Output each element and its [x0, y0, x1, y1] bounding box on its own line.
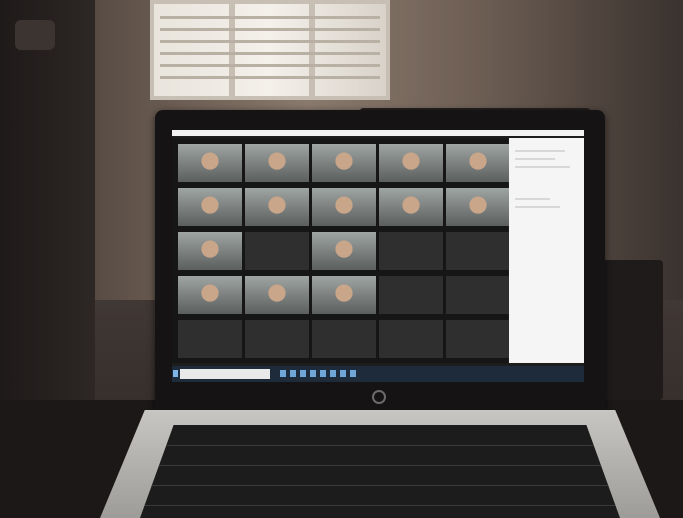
chat-line [515, 198, 550, 200]
taskbar [172, 366, 584, 382]
key-row [140, 505, 620, 506]
store-icon[interactable] [320, 370, 326, 377]
key-row [140, 445, 620, 446]
participant-tile[interactable] [446, 232, 510, 270]
participant-tile[interactable] [446, 276, 510, 314]
video-grid [172, 138, 510, 363]
participant-tile[interactable] [446, 188, 510, 226]
participant-tile[interactable] [312, 276, 376, 314]
shutter-slat [160, 64, 380, 67]
keyboard [140, 425, 620, 518]
participant-tile[interactable] [178, 320, 242, 358]
shutter-slat [160, 40, 380, 43]
chat-line [515, 150, 565, 152]
participant-tile[interactable] [379, 232, 443, 270]
participant-tile[interactable] [178, 232, 242, 270]
participant-tile[interactable] [245, 144, 309, 182]
mail-icon[interactable] [330, 370, 336, 377]
key-row [140, 485, 620, 486]
search-icon[interactable] [280, 370, 286, 377]
participant-tile[interactable] [245, 232, 309, 270]
participant-tile[interactable] [379, 276, 443, 314]
laptop-screen [172, 130, 584, 382]
participant-tile[interactable] [178, 144, 242, 182]
zoom-icon[interactable] [350, 370, 356, 377]
chat-line [515, 206, 560, 208]
window-shutters [150, 0, 390, 100]
participant-tile[interactable] [245, 276, 309, 314]
participant-tile[interactable] [245, 188, 309, 226]
key-row [140, 465, 620, 466]
participant-tile[interactable] [446, 320, 510, 358]
hp-logo-icon [372, 390, 386, 404]
chat-line [515, 158, 555, 160]
task-view-icon[interactable] [290, 370, 296, 377]
folder-icon[interactable] [310, 370, 316, 377]
app-title-bar [172, 130, 584, 136]
chat-panel [509, 138, 584, 363]
participant-tile[interactable] [379, 188, 443, 226]
participant-tile[interactable] [312, 144, 376, 182]
participant-tile[interactable] [312, 188, 376, 226]
chat-line [515, 166, 570, 168]
shutter-slat [160, 28, 380, 31]
speaker [603, 260, 663, 400]
shutter-slat [160, 16, 380, 19]
photo-scene [0, 0, 683, 518]
shutter-slat [160, 76, 380, 79]
participant-tile[interactable] [178, 276, 242, 314]
participant-tile[interactable] [379, 144, 443, 182]
participant-tile[interactable] [312, 320, 376, 358]
participant-tile[interactable] [446, 144, 510, 182]
start-icon[interactable] [173, 370, 178, 377]
shutter-slat [160, 52, 380, 55]
chrome-icon[interactable] [340, 370, 346, 377]
participant-tile[interactable] [245, 320, 309, 358]
shelf-object [15, 20, 55, 50]
participant-tile[interactable] [379, 320, 443, 358]
participant-tile[interactable] [312, 232, 376, 270]
participant-tile[interactable] [178, 188, 242, 226]
edge-icon[interactable] [300, 370, 306, 377]
taskbar-search-input[interactable] [180, 369, 270, 379]
